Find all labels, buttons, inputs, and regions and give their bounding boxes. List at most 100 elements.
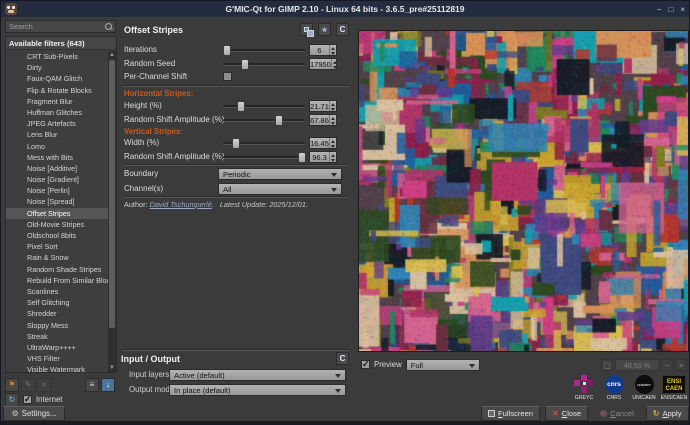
random-seed-row: Random Seed 17950 xyxy=(119,58,355,71)
io-reset-button[interactable]: C xyxy=(336,352,349,365)
filter-list-item[interactable]: Noise [Spread] xyxy=(6,196,108,207)
copy-parameters-button[interactable] xyxy=(300,23,313,36)
restore-icon[interactable]: □ xyxy=(668,5,673,14)
preview-pane[interactable] xyxy=(358,30,689,352)
random-seed-slider[interactable] xyxy=(223,63,305,66)
spin-arrows-icon[interactable] xyxy=(329,101,336,111)
scroll-up-icon[interactable]: ▲ xyxy=(108,51,116,59)
filter-list-item[interactable]: Self Glitching xyxy=(6,297,108,308)
filter-parameters-panel: Offset Stripes ★ C Iterations 6 Random S… xyxy=(119,23,355,401)
add-fave-button[interactable]: ⚑ xyxy=(5,378,19,392)
boundary-dropdown[interactable]: Periodic xyxy=(218,168,342,180)
filter-list-item[interactable]: UltraWarp++++ xyxy=(6,342,108,353)
reset-parameters-button[interactable]: C xyxy=(336,23,349,36)
filter-list-item[interactable]: Noise [Perlin] xyxy=(6,185,108,196)
cancel-button[interactable]: Cancel xyxy=(593,406,641,421)
favorite-icon: ★ xyxy=(321,27,327,34)
filter-list-item[interactable]: VHS Filter xyxy=(6,353,108,364)
width-spinbox[interactable]: 16.45 xyxy=(309,137,337,149)
filter-list-item[interactable]: Dirty xyxy=(6,62,108,73)
zoom-fit-button[interactable]: ▢ xyxy=(601,359,613,371)
rename-fave-button[interactable]: ✎ xyxy=(21,378,35,392)
filter-list-item[interactable]: Noise [Gradient] xyxy=(6,174,108,185)
filter-list-item[interactable]: Rebuild From Similar Block xyxy=(6,275,108,286)
height-slider[interactable] xyxy=(223,105,305,108)
slider-handle[interactable] xyxy=(237,101,245,112)
filter-list-item[interactable]: JPEG Artefacts xyxy=(6,118,108,129)
zoom-out-button[interactable]: − xyxy=(661,359,673,371)
cnrs-logo-icon: cnrs xyxy=(605,375,624,394)
spin-arrows-icon[interactable] xyxy=(329,152,336,162)
copy-icon xyxy=(304,27,309,32)
filter-list-item[interactable]: Fragment Blur xyxy=(6,96,108,107)
filter-list-item[interactable]: Huffman Glitches xyxy=(6,107,108,118)
slider-handle[interactable] xyxy=(232,138,240,149)
author-link[interactable]: David Tschumperlé xyxy=(150,200,212,209)
filter-list-item[interactable]: CRT Sub-Pixels xyxy=(6,51,108,62)
filter-list-item[interactable]: Sloppy Mess xyxy=(6,320,108,331)
channels-dropdown[interactable]: All xyxy=(218,183,342,195)
h-random-shift-spinbox[interactable]: 67.86 xyxy=(309,114,337,126)
v-random-shift-spinbox[interactable]: 96.3 xyxy=(309,151,337,163)
filter-list-item[interactable]: Oldschool 8bits xyxy=(6,230,108,241)
zoom-in-button[interactable]: + xyxy=(675,359,687,371)
slider-handle[interactable] xyxy=(275,115,283,126)
h-random-shift-slider[interactable] xyxy=(223,119,305,122)
slider-handle[interactable] xyxy=(241,59,249,70)
per-channel-shift-checkbox[interactable] xyxy=(223,72,232,81)
expand-collapse-button[interactable]: ≡ xyxy=(85,378,99,392)
filter-list-item[interactable]: Noise [Additive] xyxy=(6,163,108,174)
filter-list-item[interactable]: Streak xyxy=(6,331,108,342)
spin-arrows-icon[interactable] xyxy=(329,138,336,148)
filter-list-item[interactable]: Lomo xyxy=(6,141,108,152)
filter-list-header[interactable]: Available filters (643) xyxy=(6,37,116,50)
search-input[interactable]: Search xyxy=(5,20,116,33)
scroll-down-icon[interactable]: ▼ xyxy=(108,364,116,372)
titlebar[interactable]: G'MIC-Qt for GIMP 2.10 - Linux 64 bits -… xyxy=(1,1,689,17)
internet-checkbox[interactable] xyxy=(23,395,32,404)
remove-fave-button[interactable]: × xyxy=(37,378,51,392)
close-icon[interactable]: × xyxy=(680,5,685,14)
spin-arrows-icon[interactable] xyxy=(329,115,336,125)
preview-checkbox[interactable] xyxy=(361,360,370,369)
height-spinbox[interactable]: 21.71 xyxy=(309,100,337,112)
slider-handle[interactable] xyxy=(223,45,231,56)
spin-arrows-icon[interactable] xyxy=(329,45,336,55)
download-filters-button[interactable]: ↓ xyxy=(101,378,115,392)
filter-list-item[interactable]: Scanlines xyxy=(6,286,108,297)
filter-list-item[interactable]: Rain & Snow xyxy=(6,252,108,263)
filter-list-item[interactable]: Shredder xyxy=(6,308,108,319)
refresh-filters-button[interactable]: ↻ xyxy=(5,393,19,407)
preview-image[interactable] xyxy=(359,31,688,351)
filter-list-item[interactable]: Faux-QAM Glitch xyxy=(6,73,108,84)
apply-button[interactable]: ↻ Apply xyxy=(646,406,689,421)
iterations-spinbox[interactable]: 6 xyxy=(309,44,337,56)
input-layers-dropdown[interactable]: Active (default) xyxy=(169,369,346,381)
width-slider[interactable] xyxy=(223,142,305,145)
random-seed-spinbox[interactable]: 17950 xyxy=(309,58,337,70)
filter-list-item[interactable]: Flip & Rotate Blocks xyxy=(6,85,108,96)
scrollbar-thumb[interactable] xyxy=(109,60,115,328)
filter-list-item[interactable]: Pixel Sort xyxy=(6,241,108,252)
filter-list-item[interactable]: Visible Watermark xyxy=(6,364,108,372)
filter-list-scrollbar[interactable]: ▲ ▼ xyxy=(108,51,116,372)
favorite-button[interactable]: ★ xyxy=(318,23,331,36)
zoom-level-field[interactable]: 40,50 % xyxy=(615,359,659,371)
output-mode-dropdown[interactable]: In place (default) xyxy=(169,384,346,396)
spin-arrows-icon[interactable] xyxy=(331,59,336,69)
filter-list-item[interactable]: Offset Stripes xyxy=(6,208,108,219)
v-random-shift-slider[interactable] xyxy=(223,156,305,159)
minimize-icon[interactable]: − xyxy=(657,5,662,14)
close-button[interactable]: ✕ Close xyxy=(545,406,588,421)
channels-row: Channel(s) All xyxy=(119,183,355,196)
slider-handle[interactable] xyxy=(298,152,306,163)
fullscreen-button[interactable]: Fullscreen xyxy=(481,406,540,421)
iterations-slider[interactable] xyxy=(223,49,305,52)
filter-list-item[interactable]: Random Shade Stripes xyxy=(6,264,108,275)
preview-mode-dropdown[interactable]: Full xyxy=(406,359,480,371)
settings-button[interactable]: ⚙ Settings... xyxy=(3,406,65,421)
filter-list-item[interactable]: Lens Blur xyxy=(6,129,108,140)
filter-list-item[interactable]: Old-Movie Stripes xyxy=(6,219,108,230)
filter-list-item[interactable]: Mess with Bits xyxy=(6,152,108,163)
search-placeholder: Search xyxy=(6,22,104,31)
